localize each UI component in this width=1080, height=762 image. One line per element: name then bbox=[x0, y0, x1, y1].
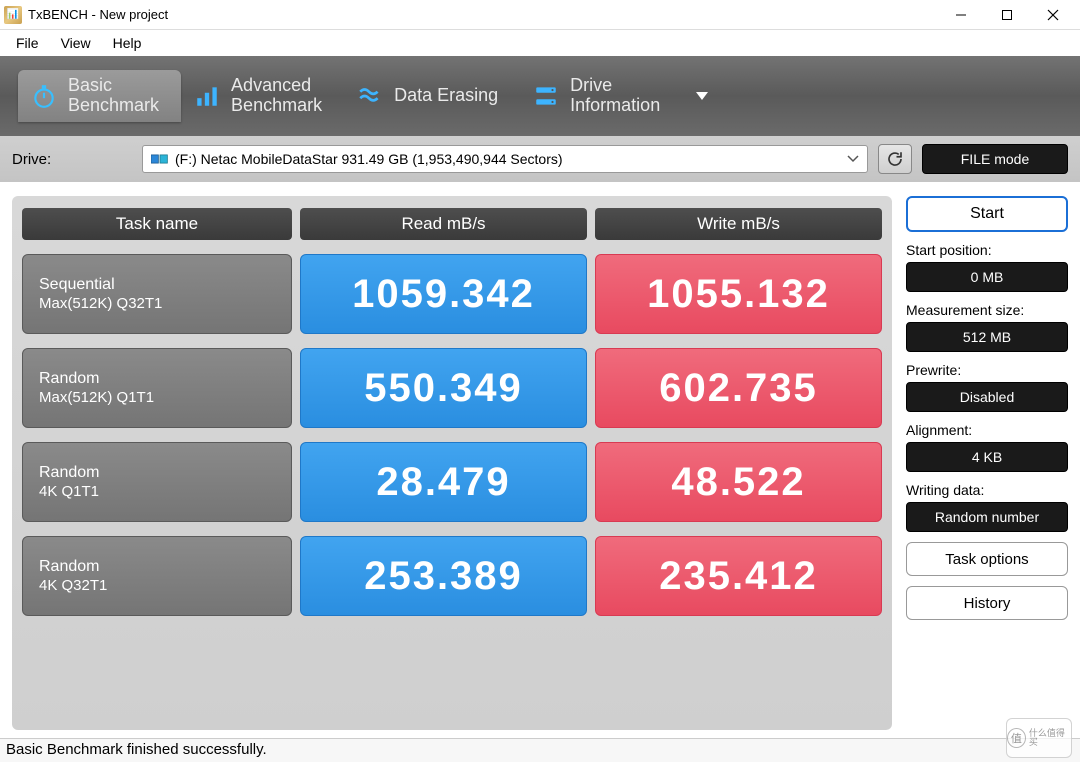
history-button[interactable]: History bbox=[906, 586, 1068, 620]
prewrite-value[interactable]: Disabled bbox=[906, 382, 1068, 412]
file-mode-button[interactable]: FILE mode bbox=[922, 144, 1068, 174]
result-row: Random Max(512K) Q1T1 550.349 602.735 bbox=[22, 348, 882, 428]
read-value: 28.479 bbox=[300, 442, 587, 522]
task-sub: Max(512K) Q1T1 bbox=[39, 389, 275, 407]
drive-value: (F:) Netac MobileDataStar 931.49 GB (1,9… bbox=[175, 151, 563, 167]
statusbar: Basic Benchmark finished successfully. bbox=[0, 738, 1080, 762]
task-sub: Max(512K) Q32T1 bbox=[39, 295, 275, 313]
refresh-button[interactable] bbox=[878, 144, 912, 174]
tab-label: Advanced bbox=[231, 76, 322, 96]
app-icon: 📊 bbox=[4, 6, 22, 24]
writing-data-label: Writing data: bbox=[906, 482, 1068, 498]
write-value: 235.412 bbox=[595, 536, 882, 616]
close-button[interactable] bbox=[1030, 0, 1076, 30]
bars-icon bbox=[193, 82, 221, 110]
tab-advanced-benchmark[interactable]: Advanced Benchmark bbox=[181, 70, 344, 122]
menu-file[interactable]: File bbox=[6, 32, 49, 54]
write-value: 1055.132 bbox=[595, 254, 882, 334]
write-value: 48.522 bbox=[595, 442, 882, 522]
menu-view[interactable]: View bbox=[51, 32, 101, 54]
read-value: 1059.342 bbox=[300, 254, 587, 334]
task-name: Sequential bbox=[39, 275, 275, 294]
results-panel: Task name Read mB/s Write mB/s Sequentia… bbox=[12, 196, 892, 730]
window-controls bbox=[938, 0, 1076, 30]
drive-select[interactable]: (F:) Netac MobileDataStar 931.49 GB (1,9… bbox=[142, 145, 868, 173]
tabs-overflow-dropdown[interactable] bbox=[688, 82, 716, 110]
menu-help[interactable]: Help bbox=[103, 32, 152, 54]
tab-label: Benchmark bbox=[231, 96, 322, 116]
header-read: Read mB/s bbox=[300, 208, 587, 240]
watermark-icon: 值 bbox=[1007, 728, 1026, 748]
task-cell-random-4k-q32[interactable]: Random 4K Q32T1 bbox=[22, 536, 292, 616]
task-sub: 4K Q1T1 bbox=[39, 483, 275, 501]
stopwatch-icon bbox=[30, 82, 58, 110]
side-panel: Start Start position: 0 MB Measurement s… bbox=[906, 196, 1068, 730]
window-title: TxBENCH - New project bbox=[28, 7, 938, 22]
result-row: Random 4K Q32T1 253.389 235.412 bbox=[22, 536, 882, 616]
header-write: Write mB/s bbox=[595, 208, 882, 240]
start-button[interactable]: Start bbox=[906, 196, 1068, 232]
tab-label: Information bbox=[570, 96, 660, 116]
tab-label: Basic bbox=[68, 76, 159, 96]
alignment-value[interactable]: 4 KB bbox=[906, 442, 1068, 472]
result-row: Random 4K Q1T1 28.479 48.522 bbox=[22, 442, 882, 522]
titlebar: 📊 TxBENCH - New project bbox=[0, 0, 1080, 30]
start-position-label: Start position: bbox=[906, 242, 1068, 258]
watermark: 值 什么值得买 bbox=[1006, 718, 1072, 758]
tab-label: Benchmark bbox=[68, 96, 159, 116]
task-name: Random bbox=[39, 557, 275, 576]
drive-label: Drive: bbox=[12, 151, 132, 168]
header-task-name: Task name bbox=[22, 208, 292, 240]
maximize-button[interactable] bbox=[984, 0, 1030, 30]
tab-label: Data Erasing bbox=[394, 86, 498, 106]
task-options-button[interactable]: Task options bbox=[906, 542, 1068, 576]
tab-drive-information[interactable]: Drive Information bbox=[520, 70, 682, 122]
results-header-row: Task name Read mB/s Write mB/s bbox=[22, 208, 882, 240]
result-row: Sequential Max(512K) Q32T1 1059.342 1055… bbox=[22, 254, 882, 334]
tab-basic-benchmark[interactable]: Basic Benchmark bbox=[18, 70, 181, 122]
erase-icon bbox=[356, 82, 384, 110]
tabbar: Basic Benchmark Advanced Benchmark Data … bbox=[0, 56, 1080, 136]
measurement-size-value[interactable]: 512 MB bbox=[906, 322, 1068, 352]
watermark-text: 什么值得买 bbox=[1029, 729, 1071, 747]
menubar: File View Help bbox=[0, 30, 1080, 56]
task-cell-sequential[interactable]: Sequential Max(512K) Q32T1 bbox=[22, 254, 292, 334]
start-position-value[interactable]: 0 MB bbox=[906, 262, 1068, 292]
writing-data-value[interactable]: Random number bbox=[906, 502, 1068, 532]
prewrite-label: Prewrite: bbox=[906, 362, 1068, 378]
chevron-down-icon bbox=[847, 155, 859, 163]
drive-row: Drive: (F:) Netac MobileDataStar 931.49 … bbox=[0, 136, 1080, 182]
minimize-button[interactable] bbox=[938, 0, 984, 30]
measurement-size-label: Measurement size: bbox=[906, 302, 1068, 318]
alignment-label: Alignment: bbox=[906, 422, 1068, 438]
tab-data-erasing[interactable]: Data Erasing bbox=[344, 76, 520, 116]
read-value: 550.349 bbox=[300, 348, 587, 428]
task-name: Random bbox=[39, 463, 275, 482]
write-value: 602.735 bbox=[595, 348, 882, 428]
task-cell-random-512k[interactable]: Random Max(512K) Q1T1 bbox=[22, 348, 292, 428]
task-name: Random bbox=[39, 369, 275, 388]
task-cell-random-4k-q1[interactable]: Random 4K Q1T1 bbox=[22, 442, 292, 522]
read-value: 253.389 bbox=[300, 536, 587, 616]
drive-icon bbox=[532, 82, 560, 110]
main-area: Task name Read mB/s Write mB/s Sequentia… bbox=[0, 182, 1080, 740]
disk-icon bbox=[151, 152, 169, 166]
tab-label: Drive bbox=[570, 76, 660, 96]
task-sub: 4K Q32T1 bbox=[39, 577, 275, 595]
